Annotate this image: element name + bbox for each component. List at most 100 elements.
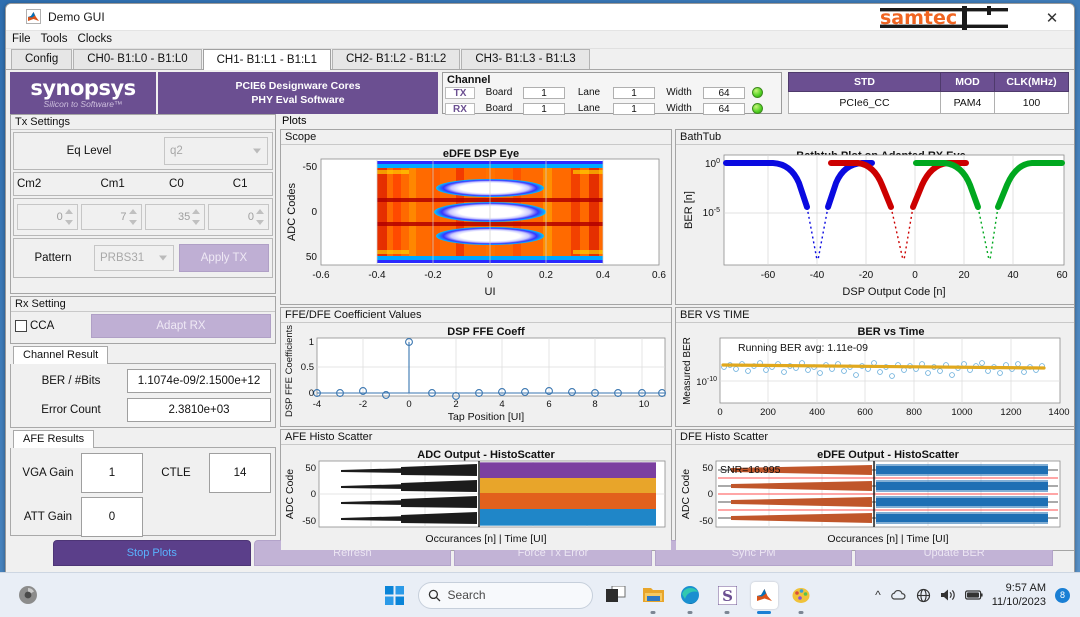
network-globe-icon[interactable] <box>916 588 931 603</box>
tab-channel-result[interactable]: Channel Result <box>13 346 109 364</box>
rx-board-value[interactable]: 1 <box>523 102 565 115</box>
tx-board-value[interactable]: 1 <box>523 86 565 99</box>
att-gain-value[interactable]: 0 <box>81 497 143 537</box>
stop-plots-button[interactable]: Stop Plots <box>53 540 251 566</box>
synopsys-logo: synopsys Silicon to Software™ <box>10 72 156 114</box>
tab-ch2[interactable]: CH2- B1:L2 - B1:L2 <box>331 49 461 69</box>
svg-text:400: 400 <box>809 407 825 418</box>
synopsys-app-icon[interactable]: S <box>714 582 741 609</box>
rx-lane-value[interactable]: 1 <box>613 102 655 115</box>
coeff-spinner-cm2[interactable]: 0 <box>17 204 78 230</box>
dfe-histo-panel: DFE Histo Scatter eDFE Output - HistoSca… <box>675 429 1074 551</box>
svg-text:UI: UI <box>485 286 496 298</box>
svg-text:0: 0 <box>717 407 722 418</box>
paint-app-icon[interactable] <box>788 582 815 609</box>
svg-text:Occurances [n] | Time [UI]: Occurances [n] | Time [UI] <box>425 533 546 545</box>
edfe-output-histoscatter-plot[interactable]: eDFE Output - HistoScatter SNR=16.995 50… <box>676 444 1074 550</box>
svg-text:BER [n]: BER [n] <box>683 191 695 229</box>
application-window: Demo GUI samtec ✕ File Tools Clocks Conf… <box>5 3 1075 573</box>
file-explorer-icon[interactable] <box>640 582 667 609</box>
spinner-up-icon[interactable] <box>192 209 201 214</box>
adc-output-histoscatter-plot[interactable]: ADC Output - HistoScatter 50 0 -50 Occur… <box>281 444 671 550</box>
tx-lane-value[interactable]: 1 <box>613 86 655 99</box>
onedrive-cloud-icon[interactable] <box>890 589 907 602</box>
svg-text:Tap Position [UI]: Tap Position [UI] <box>448 411 525 423</box>
coeff-spinner-cm1[interactable]: 7 <box>80 204 142 230</box>
spinner-up-icon[interactable] <box>256 209 264 214</box>
channel-tabstrip: Config CH0- B1:L0 - B1:L0 CH1- B1:L1 - B… <box>6 49 1074 70</box>
cca-checkbox-wrapper[interactable]: CCA <box>15 319 85 332</box>
rx-tag: RX <box>445 102 475 115</box>
tab-ch0[interactable]: CH0- B1:L0 - B1:L0 <box>73 49 202 69</box>
menu-item-clocks[interactable]: Clocks <box>78 33 113 45</box>
apply-tx-button[interactable]: Apply TX <box>179 244 269 272</box>
spinner-up-icon[interactable] <box>128 209 137 214</box>
task-view-icon[interactable] <box>603 582 630 609</box>
tx-tag: TX <box>445 86 475 99</box>
edfe-dsp-eye-plot[interactable]: eDFE DSP Eye -50 0 50 -0.6 -0.4 -0.2 0 0… <box>281 144 671 304</box>
afe-results-tabhead: AFE Results <box>10 430 276 448</box>
battery-icon[interactable] <box>964 589 983 601</box>
svg-text:ADC Output - HistoScatter: ADC Output - HistoScatter <box>417 449 555 461</box>
spinner-down-icon[interactable] <box>192 220 201 225</box>
coeff-spinner-c1[interactable]: 0 <box>208 204 269 230</box>
windows-start-icon[interactable] <box>381 582 408 609</box>
afe-results-section: AFE Results VGA Gain 1 CTLE 14 ATT Gain … <box>10 430 276 537</box>
cca-checkbox[interactable] <box>15 319 27 332</box>
eq-level-dropdown[interactable]: q2 <box>164 137 268 165</box>
search-icon <box>428 589 441 601</box>
svg-text:Measured BER: Measured BER <box>682 337 693 405</box>
scope-panel: Scope eDFE DSP Eye -50 0 50 -0.6 -0.4 -0… <box>280 129 672 305</box>
svg-text:DSP FFE Coeff: DSP FFE Coeff <box>447 326 525 338</box>
close-button[interactable]: ✕ <box>1038 7 1066 29</box>
afe-histo-panel: AFE Histo Scatter ADC Output - HistoScat… <box>280 429 672 551</box>
pattern-apply-row: Pattern PRBS31 Apply TX <box>13 238 273 278</box>
ctle-value[interactable]: 14 <box>209 453 271 493</box>
adapt-rx-button[interactable]: Adapt RX <box>91 313 271 338</box>
pattern-dropdown[interactable]: PRBS31 <box>94 245 174 271</box>
std-table-value-row: PCIe6_CC PAM4 100 <box>788 91 1069 114</box>
taskbar-search-input[interactable]: Search <box>417 581 593 609</box>
svg-text:60: 60 <box>1056 270 1068 281</box>
tab-ch3[interactable]: CH3- B1:L3 - B1:L3 <box>461 49 590 69</box>
window-titlebar: Demo GUI samtec ✕ <box>6 4 1074 31</box>
ber-vs-time-plot[interactable]: BER vs Time Running BER avg: 1.11e-09 10… <box>676 322 1074 426</box>
svg-text:1: 1 <box>309 337 314 348</box>
svg-text:-50: -50 <box>303 162 318 173</box>
tx-width-value[interactable]: 64 <box>703 86 745 99</box>
spinner-down-icon[interactable] <box>64 220 73 225</box>
taskbar-clock[interactable]: 9:57 AM 11/10/2023 <box>992 581 1046 609</box>
coefficient-labels-row: Cm2 Cm1 C0 C1 <box>13 172 273 196</box>
dsp-ffe-coeff-plot[interactable]: DSP FFE Coeff 1 0.5 0 -4 -2 0 2 4 6 8 10… <box>281 322 671 426</box>
menu-item-tools[interactable]: Tools <box>41 33 68 45</box>
coeff-label-cm1: Cm1 <box>100 178 125 190</box>
ffe-dfe-panel-caption: FFE/DFE Coefficient Values <box>285 309 422 321</box>
tray-expand-chevron-icon[interactable]: ^ <box>875 588 881 602</box>
menu-item-file[interactable]: File <box>12 33 31 45</box>
svg-text:10-5: 10-5 <box>703 207 720 219</box>
coeff-value-cm1: 7 <box>120 211 127 223</box>
notification-badge[interactable]: 8 <box>1055 587 1070 603</box>
coeff-spinner-c0[interactable]: 35 <box>144 204 206 230</box>
coeff-value-cm2: 0 <box>56 211 63 223</box>
bathtub-plot[interactable]: Bathtub Plot on Adapted RX Eye <box>676 144 1074 304</box>
spinner-up-icon[interactable] <box>64 209 73 214</box>
chromium-icon[interactable] <box>14 582 41 609</box>
ber-vs-time-panel: BER VS TIME BER vs Time Running BER avg:… <box>675 307 1074 427</box>
svg-text:800: 800 <box>906 407 922 418</box>
windows-taskbar: Search S ^ 9:57 AM 11/10/2023 8 <box>0 572 1080 617</box>
ber-vs-time-panel-caption: BER VS TIME <box>680 309 750 321</box>
ber-bits-row: BER / #Bits 1.1074e-09/2.1500e+12 <box>15 368 271 394</box>
tab-config[interactable]: Config <box>11 49 73 69</box>
tab-afe-results[interactable]: AFE Results <box>13 430 95 448</box>
vga-gain-value[interactable]: 1 <box>81 453 143 493</box>
svg-text:1200: 1200 <box>1000 407 1021 418</box>
rx-width-value[interactable]: 64 <box>703 102 745 115</box>
matlab-app-icon[interactable] <box>750 581 778 609</box>
edge-browser-icon[interactable] <box>677 582 704 609</box>
spinner-down-icon[interactable] <box>256 220 264 225</box>
svg-text:ADC Code: ADC Code <box>680 469 692 519</box>
spinner-down-icon[interactable] <box>128 220 137 225</box>
tab-ch1[interactable]: CH1- B1:L1 - B1:L1 <box>202 49 331 70</box>
volume-speaker-icon[interactable] <box>940 588 956 602</box>
